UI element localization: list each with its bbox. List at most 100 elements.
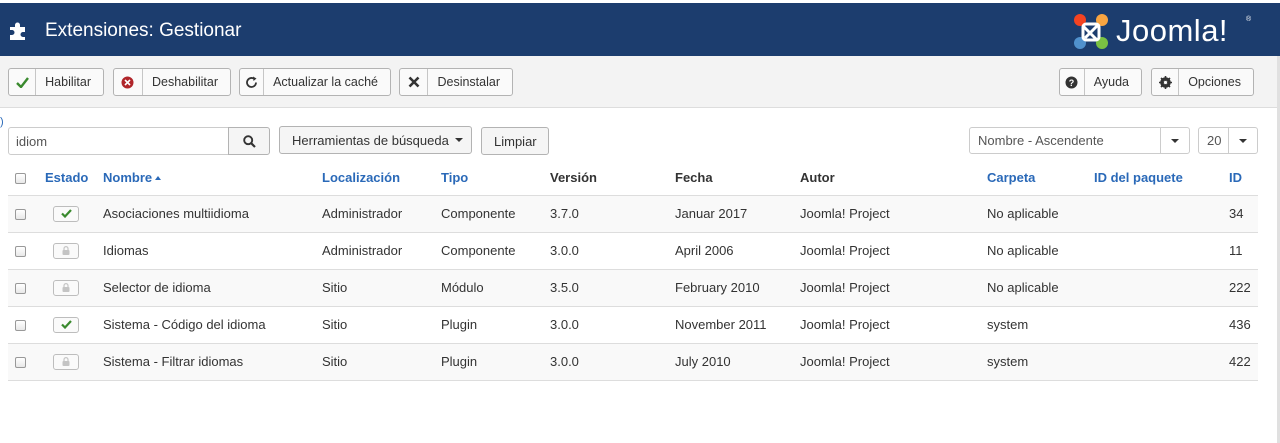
enable-button-label: Habilitar [45, 75, 91, 89]
help-button[interactable]: ? Ayuda [1059, 68, 1142, 96]
cell-name[interactable]: Selector de idioma [103, 269, 322, 307]
column-type[interactable]: Tipo [441, 160, 550, 196]
cell-name[interactable]: Idiomas [103, 232, 322, 270]
cell-location: Sitio [322, 306, 441, 344]
row-checkbox[interactable] [15, 246, 26, 258]
cell-type: Componente [441, 232, 550, 270]
cell-id: 34 [1229, 195, 1258, 233]
row-checkbox[interactable] [15, 283, 26, 295]
column-status[interactable]: Estado [45, 160, 103, 196]
check-icon [60, 209, 72, 218]
cell-date: July 2010 [675, 343, 800, 381]
cell-date: Januar 2017 [675, 195, 800, 233]
enable-button[interactable]: Habilitar [8, 68, 104, 96]
cell-package-id [1094, 269, 1229, 307]
cell-folder: No aplicable [987, 269, 1094, 307]
check-icon [60, 320, 72, 329]
options-button-label: Opciones [1188, 75, 1241, 89]
cell-type: Plugin [441, 306, 550, 344]
row-status-cell [45, 343, 103, 381]
table-row: Sistema - Filtrar idiomas Sitio Plugin 3.0.… [8, 343, 1258, 381]
status-locked-button[interactable] [53, 353, 79, 370]
row-status-cell [45, 306, 103, 344]
gear-icon [1152, 69, 1180, 95]
column-location[interactable]: Localización [322, 160, 441, 196]
close-icon [400, 69, 429, 95]
row-checkbox[interactable] [15, 357, 26, 369]
row-select-cell [8, 306, 45, 344]
ordering-select[interactable]: Nombre - Ascendente [969, 127, 1190, 154]
extensions-table: Estado Nombre Localización Tipo Versión … [8, 160, 1258, 381]
cell-package-id [1094, 232, 1229, 270]
joomla-logo-icon [1074, 14, 1108, 49]
status-locked-button[interactable] [53, 279, 79, 296]
row-select-cell [8, 232, 45, 270]
cell-folder: No aplicable [987, 195, 1094, 233]
chevron-down-icon [454, 138, 463, 142]
table-row: Asociaciones multiidioma Administrador Com… [8, 195, 1258, 233]
search-tools-button[interactable]: Herramientas de búsqueda [279, 126, 472, 154]
column-name[interactable]: Nombre [103, 160, 322, 196]
clear-button-label: Limpiar [494, 133, 537, 149]
table-row: Sistema - Código del idioma Sitio Plugin 3.… [8, 306, 1258, 344]
status-locked-button[interactable] [53, 242, 79, 259]
page-header: Extensiones: Gestionar Joomla! ® [0, 3, 1280, 56]
uninstall-button[interactable]: Desinstalar [399, 68, 513, 96]
cell-package-id [1094, 343, 1229, 381]
limit-select[interactable]: 20 [1198, 127, 1258, 154]
column-folder[interactable]: Carpeta [987, 160, 1094, 196]
cell-date: April 2006 [675, 232, 800, 270]
refresh-cache-button[interactable]: Actualizar la caché [239, 68, 391, 96]
search-input[interactable] [8, 127, 229, 155]
cell-folder: system [987, 343, 1094, 381]
cell-name[interactable]: Sistema - Filtrar idiomas [103, 343, 322, 381]
toolbar: Habilitar Deshabilitar Actualizar la cac… [0, 56, 1280, 108]
cell-author: Joomla! Project [800, 269, 987, 307]
search-tools-label: Herramientas de búsqueda [292, 132, 449, 148]
row-select-cell [8, 343, 45, 381]
edge-link-icon: ) [0, 116, 4, 128]
cell-author: Joomla! Project [800, 306, 987, 344]
row-checkbox[interactable] [15, 209, 26, 221]
column-id[interactable]: ID [1229, 160, 1258, 196]
svg-text:?: ? [1069, 78, 1075, 88]
cell-date: February 2010 [675, 269, 800, 307]
search-button[interactable] [228, 127, 270, 155]
select-all-cell [8, 160, 45, 196]
cell-package-id [1094, 195, 1229, 233]
column-package-id[interactable]: ID del paquete [1094, 160, 1229, 196]
limit-value: 20 [1207, 133, 1222, 148]
cell-type: Plugin [441, 343, 550, 381]
cell-folder: No aplicable [987, 232, 1094, 270]
refresh-cache-button-label: Actualizar la caché [273, 75, 378, 89]
column-version: Versión [550, 160, 675, 196]
cell-id: 11 [1229, 232, 1258, 270]
sort-ascending-icon [155, 175, 162, 180]
cell-name[interactable]: Asociaciones multiidioma [103, 195, 322, 233]
cell-version: 3.7.0 [550, 195, 675, 233]
joomla-logo: Joomla! ® [1070, 11, 1260, 53]
select-all-checkbox[interactable] [15, 172, 26, 184]
cell-name[interactable]: Sistema - Código del idioma [103, 306, 322, 344]
disable-button[interactable]: Deshabilitar [113, 68, 231, 96]
row-select-cell [8, 195, 45, 233]
lock-icon [62, 246, 70, 255]
cell-version: 3.0.0 [550, 343, 675, 381]
cell-id: 436 [1229, 306, 1258, 344]
cell-date: November 2011 [675, 306, 800, 344]
clear-button[interactable]: Limpiar [481, 127, 549, 155]
lock-icon [62, 357, 70, 366]
table-row: Selector de idioma Sitio Módulo 3.5.0 Februa… [8, 269, 1258, 307]
row-status-cell [45, 269, 103, 307]
row-checkbox[interactable] [15, 320, 26, 332]
options-button[interactable]: Opciones [1151, 68, 1254, 96]
row-status-cell [45, 195, 103, 233]
status-enabled-button[interactable] [53, 316, 79, 333]
status-enabled-button[interactable] [53, 205, 79, 222]
cell-version: 3.0.0 [550, 306, 675, 344]
cell-location: Administrador [322, 195, 441, 233]
cell-location: Sitio [322, 343, 441, 381]
cell-version: 3.0.0 [550, 232, 675, 270]
column-date: Fecha [675, 160, 800, 196]
uninstall-button-label: Desinstalar [437, 75, 500, 89]
